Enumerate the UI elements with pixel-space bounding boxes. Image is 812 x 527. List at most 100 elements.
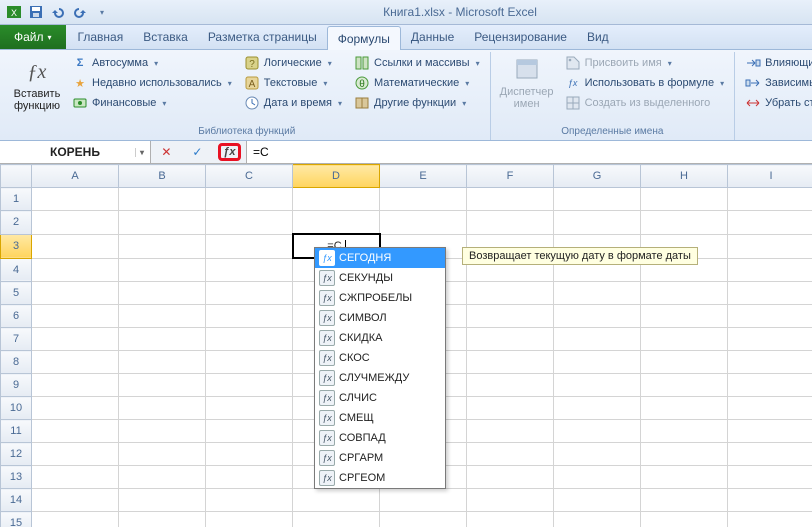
tab-review[interactable]: Рецензирование xyxy=(464,25,577,49)
insert-function-button[interactable]: ƒx Вставить функцию xyxy=(10,54,64,125)
cell[interactable] xyxy=(32,305,119,328)
cell[interactable] xyxy=(293,211,380,235)
excel-icon[interactable]: X xyxy=(4,2,24,22)
cell[interactable] xyxy=(32,328,119,351)
cell[interactable] xyxy=(641,188,728,211)
cell[interactable] xyxy=(32,397,119,420)
cell[interactable] xyxy=(293,489,380,512)
cell[interactable] xyxy=(119,305,206,328)
autocomplete-item[interactable]: ƒxСРГЕОМ xyxy=(315,468,445,488)
cell[interactable] xyxy=(641,489,728,512)
cell[interactable] xyxy=(728,443,812,466)
cell[interactable] xyxy=(32,351,119,374)
cell[interactable] xyxy=(32,374,119,397)
cell[interactable] xyxy=(467,351,554,374)
cell[interactable] xyxy=(32,282,119,305)
cell[interactable] xyxy=(641,374,728,397)
row-header[interactable]: 8 xyxy=(1,351,32,374)
cell[interactable] xyxy=(728,305,812,328)
cell[interactable] xyxy=(728,489,812,512)
tab-view[interactable]: Вид xyxy=(577,25,619,49)
formula-input[interactable] xyxy=(247,141,812,163)
formula-autocomplete-list[interactable]: ƒxСЕГОДНЯƒxСЕКУНДЫƒxСЖПРОБЕЛЫƒxСИМВОЛƒxС… xyxy=(314,247,446,489)
cell[interactable] xyxy=(641,328,728,351)
cell[interactable] xyxy=(119,420,206,443)
cell[interactable] xyxy=(32,188,119,211)
worksheet-grid[interactable]: ABCDEFGHI123=С 456789101112131415 ƒxСЕГО… xyxy=(0,164,812,527)
cell[interactable] xyxy=(467,282,554,305)
cell[interactable] xyxy=(554,328,641,351)
cell[interactable] xyxy=(728,466,812,489)
cell[interactable] xyxy=(206,305,293,328)
cell[interactable] xyxy=(206,328,293,351)
row-header[interactable]: 9 xyxy=(1,374,32,397)
cell[interactable] xyxy=(206,443,293,466)
cell[interactable] xyxy=(119,443,206,466)
cell[interactable] xyxy=(32,211,119,235)
more-functions-button[interactable]: Другие функции▾ xyxy=(350,94,484,112)
qat-customize-icon[interactable]: ▾ xyxy=(92,2,112,22)
autocomplete-item[interactable]: ƒxСКОС xyxy=(315,348,445,368)
cell[interactable] xyxy=(641,397,728,420)
cell[interactable] xyxy=(728,374,812,397)
financial-button[interactable]: Финансовые▾ xyxy=(68,94,236,112)
cell[interactable] xyxy=(467,420,554,443)
cell[interactable] xyxy=(206,234,293,258)
select-all-corner[interactable] xyxy=(1,165,32,188)
cell[interactable] xyxy=(554,420,641,443)
tab-formulas[interactable]: Формулы xyxy=(327,26,401,50)
enter-icon[interactable]: ✓ xyxy=(187,145,207,159)
cancel-icon[interactable]: ✕ xyxy=(156,145,176,159)
tab-home[interactable]: Главная xyxy=(68,25,134,49)
cell[interactable] xyxy=(641,420,728,443)
row-header[interactable]: 2 xyxy=(1,211,32,235)
cell[interactable] xyxy=(641,512,728,527)
autosum-button[interactable]: Σ Автосумма▾ xyxy=(68,54,236,72)
cell[interactable] xyxy=(467,211,554,235)
cell[interactable] xyxy=(554,282,641,305)
cell[interactable] xyxy=(32,443,119,466)
cell[interactable] xyxy=(206,420,293,443)
cell[interactable] xyxy=(641,351,728,374)
name-manager-button[interactable]: Диспетчер имен xyxy=(497,54,557,125)
cell[interactable] xyxy=(380,211,467,235)
autocomplete-item[interactable]: ƒxСРГАРМ xyxy=(315,448,445,468)
cell[interactable] xyxy=(641,282,728,305)
cell[interactable] xyxy=(293,188,380,211)
cell[interactable] xyxy=(206,351,293,374)
column-header[interactable]: A xyxy=(32,165,119,188)
cell[interactable] xyxy=(119,234,206,258)
trace-precedents-button[interactable]: Влияющие ячейки xyxy=(741,54,812,72)
cell[interactable] xyxy=(119,258,206,282)
cell[interactable] xyxy=(641,443,728,466)
name-box[interactable]: КОРЕНЬ ▾ xyxy=(0,141,151,163)
row-header[interactable]: 11 xyxy=(1,420,32,443)
remove-arrows-button[interactable]: Убрать стрелки▾ xyxy=(741,94,812,112)
datetime-button[interactable]: Дата и время▾ xyxy=(240,94,346,112)
cell[interactable] xyxy=(206,466,293,489)
cell[interactable] xyxy=(206,188,293,211)
cell[interactable] xyxy=(554,351,641,374)
row-header[interactable]: 10 xyxy=(1,397,32,420)
cell[interactable] xyxy=(467,466,554,489)
cell[interactable] xyxy=(728,420,812,443)
cell[interactable] xyxy=(554,466,641,489)
redo-icon[interactable] xyxy=(70,2,90,22)
cell[interactable] xyxy=(380,489,467,512)
create-from-selection-button[interactable]: Создать из выделенного xyxy=(561,94,729,112)
cell[interactable] xyxy=(293,512,380,527)
cell[interactable] xyxy=(728,211,812,235)
row-header[interactable]: 7 xyxy=(1,328,32,351)
cell[interactable] xyxy=(467,328,554,351)
cell[interactable] xyxy=(119,188,206,211)
autocomplete-item[interactable]: ƒxСЛУЧМЕЖДУ xyxy=(315,368,445,388)
cell[interactable] xyxy=(206,397,293,420)
cell[interactable] xyxy=(119,351,206,374)
column-header[interactable]: F xyxy=(467,165,554,188)
row-header[interactable]: 4 xyxy=(1,258,32,282)
cell[interactable] xyxy=(32,258,119,282)
autocomplete-item[interactable]: ƒxСЛЧИС xyxy=(315,388,445,408)
row-header[interactable]: 13 xyxy=(1,466,32,489)
cell[interactable] xyxy=(206,258,293,282)
column-header[interactable]: G xyxy=(554,165,641,188)
